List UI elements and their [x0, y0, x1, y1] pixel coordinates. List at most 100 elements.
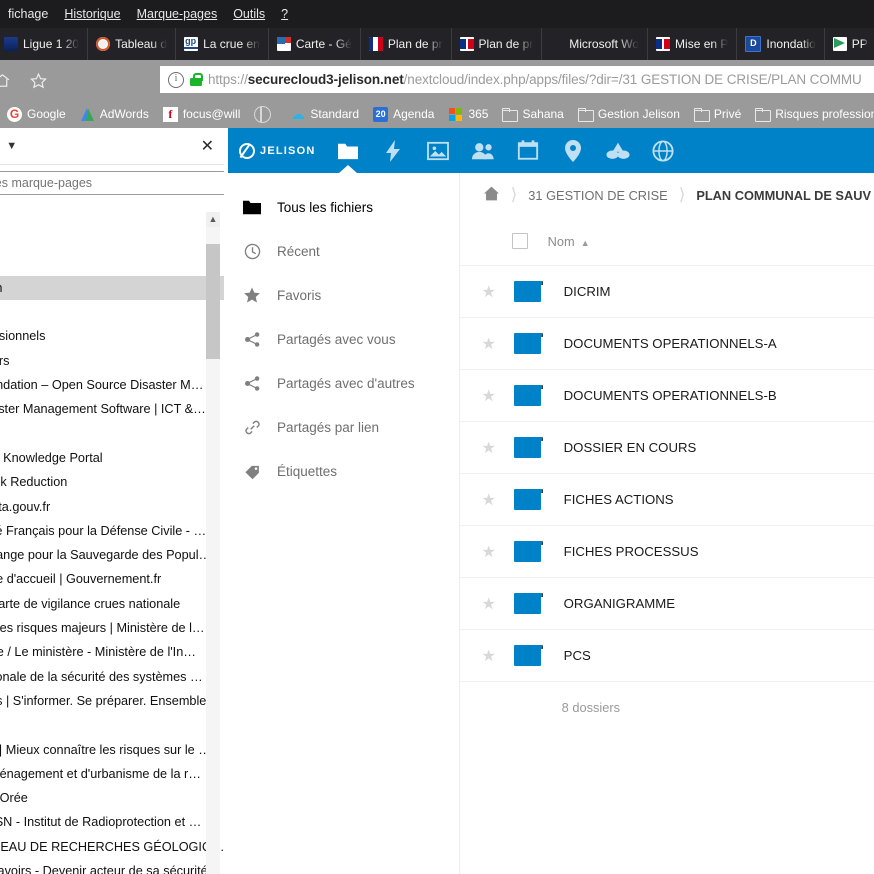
bookmark-list-item[interactable]: Risk Reduction: [0, 470, 228, 494]
bookmark-item-risques-professionnels[interactable]: Risques professionnels: [748, 107, 874, 122]
table-row[interactable]: ★ ORGANIGRAMME: [459, 577, 874, 629]
bookmark-item-agenda[interactable]: Agenda: [366, 106, 441, 122]
select-all-checkbox[interactable]: [511, 233, 528, 249]
table-row[interactable]: ★ DOCUMENTS OPERATIONNELS-B: [459, 369, 874, 421]
bookmark-list-item[interactable]: Data.gouv.fr: [0, 495, 228, 519]
bookmark-item-365[interactable]: 365: [441, 107, 495, 122]
file-name[interactable]: FICHES ACTIONS: [564, 492, 674, 507]
deck-app-icon[interactable]: [595, 128, 640, 173]
browser-tab[interactable]: La crue en: [176, 28, 269, 60]
page-info-icon[interactable]: i: [168, 71, 184, 88]
bookmark-list-item[interactable]: ues | S'informer. Se préparer. Ensemble: [0, 689, 228, 713]
table-row[interactable]: ★ DOSSIER EN COURS: [459, 421, 874, 473]
file-name[interactable]: FICHES PROCESSUS: [564, 544, 699, 559]
calendar-app-icon[interactable]: [505, 128, 550, 173]
bookmarks-panel-scrollbar[interactable]: ▲: [206, 212, 220, 874]
file-name[interactable]: DICRIM: [564, 284, 611, 299]
bookmark-item-focusatwill[interactable]: focus@will: [156, 106, 248, 122]
browser-tab[interactable]: PP: [825, 28, 874, 60]
bookmark-star-icon[interactable]: [26, 68, 50, 92]
breadcrumb-item-current[interactable]: PLAN COMMUNAL DE SAUV: [693, 188, 874, 203]
bookmark-list-item[interactable]: [0, 227, 228, 251]
file-name[interactable]: DOCUMENTS OPERATIONNELS-A: [564, 336, 777, 351]
sidebar-item-etiquettes[interactable]: Étiquettes: [228, 449, 459, 493]
bookmark-list-item[interactable]: ivile / Le ministère - Ministère de l'In…: [0, 640, 228, 664]
bookmark-list-item[interactable]: nité Français pour la Défense Civile - …: [0, 519, 228, 543]
bookmark-item-adwords[interactable]: AdWords: [73, 107, 156, 122]
favorite-star-icon[interactable]: ★: [474, 490, 504, 510]
activity-app-icon[interactable]: [370, 128, 415, 173]
browser-tab[interactable]: Plan de pr: [452, 28, 543, 60]
maps-app-icon[interactable]: [550, 128, 595, 173]
browser-tab[interactable]: Ligue 1 20: [0, 28, 89, 60]
sidebar-item-partages-par-lien[interactable]: Partagés par lien: [228, 405, 459, 449]
column-header-name[interactable]: Nom ▲: [548, 234, 590, 249]
table-row[interactable]: ★ DOCUMENTS OPERATIONNELS-A: [459, 317, 874, 369]
bookmark-list-item[interactable]: fessionnels: [0, 324, 228, 348]
file-name[interactable]: DOCUMENTS OPERATIONNELS-B: [564, 388, 777, 403]
favorite-star-icon[interactable]: ★: [474, 542, 504, 562]
bookmark-list-item[interactable]: n des risques majeurs | Ministère de l…: [0, 616, 228, 640]
file-name[interactable]: ORGANIGRAMME: [564, 596, 675, 611]
table-row[interactable]: ★ FICHES PROCESSUS: [459, 525, 874, 577]
favorite-star-icon[interactable]: ★: [474, 646, 504, 666]
browser-tab[interactable]: Inondatio: [737, 28, 825, 60]
bookmark-list-item[interactable]: isaster Management Software | ICT &…: [0, 397, 228, 421]
browser-tab[interactable]: Carte - Gé: [269, 28, 361, 60]
file-name[interactable]: PCS: [564, 648, 591, 663]
table-row[interactable]: ★ FICHES ACTIONS: [459, 473, 874, 525]
bookmark-list-item[interactable]: [0, 300, 228, 324]
menu-item-affichage[interactable]: fichage: [0, 0, 56, 28]
home-icon[interactable]: [0, 68, 14, 92]
sidebar-item-recent[interactable]: Récent: [228, 229, 459, 273]
bookmark-list-item[interactable]: ationale de la sécurité des systèmes …: [0, 665, 228, 689]
browser-tab[interactable]: Mise en P: [648, 28, 738, 60]
bookmark-list-item[interactable]: IRSN - Institut de Radioprotection et …: [0, 810, 228, 834]
browser-tab[interactable]: Plan de pr: [361, 28, 452, 60]
bookmarks-panel-title-group[interactable]: ges ▼: [0, 138, 17, 155]
bookmark-item-gestion-jelison[interactable]: Gestion Jelison: [571, 107, 687, 122]
close-icon[interactable]: ✕: [197, 136, 218, 156]
bookmark-list-item[interactable]: es | Mieux connaître les risques sur le …: [0, 738, 228, 762]
favorite-star-icon[interactable]: ★: [474, 282, 504, 302]
scrollbar-thumb[interactable]: [206, 244, 220, 359]
menu-item-historique[interactable]: Historique: [56, 0, 128, 28]
bookmark-list-item[interactable]: age d'accueil | Gouvernement.fr: [0, 567, 228, 591]
menu-item-outils[interactable]: Outils: [225, 0, 273, 28]
bookmark-list-item[interactable]: UREAU DE RECHERCHES GÉOLOGIQ…: [0, 835, 228, 859]
files-app-icon[interactable]: [325, 128, 370, 173]
contacts-app-icon[interactable]: [460, 128, 505, 173]
bookmark-list-item[interactable]: Orange pour la Sauvegarde des Popul…: [0, 543, 228, 567]
home-icon[interactable]: [480, 186, 503, 204]
favorite-star-icon[interactable]: ★: [474, 386, 504, 406]
bookmark-item-google[interactable]: Google: [0, 106, 73, 122]
scroll-up-icon[interactable]: ▲: [206, 212, 220, 227]
bookmark-list-item[interactable]: jeurs: [0, 349, 228, 373]
bookmark-list-item[interactable]: [0, 203, 228, 227]
bookmark-list-item[interactable]: ER Knowledge Portal: [0, 446, 228, 470]
favorite-star-icon[interactable]: ★: [474, 438, 504, 458]
bookmark-list-item[interactable]: oundation – Open Source Disaster M…: [0, 373, 228, 397]
table-row[interactable]: ★ PCS: [459, 629, 874, 681]
bookmark-list-item[interactable]: aménagement et d'urbanisme de la r…: [0, 762, 228, 786]
lock-icon[interactable]: [190, 73, 203, 86]
bookmark-item-standard[interactable]: ☁ Standard: [283, 106, 366, 122]
sidebar-item-favoris[interactable]: Favoris: [228, 273, 459, 317]
chevron-down-icon[interactable]: ▼: [6, 140, 17, 152]
bookmark-list-item[interactable]: [0, 713, 228, 737]
sidebar-item-partages-avec-dautres[interactable]: Partagés avec d'autres: [228, 361, 459, 405]
table-row[interactable]: ★ DICRIM: [459, 265, 874, 317]
bookmark-list-item[interactable]: [0, 252, 228, 276]
photos-app-icon[interactable]: [415, 128, 460, 173]
bookmark-list-item[interactable]: : Carte de vigilance crues nationale: [0, 592, 228, 616]
favorite-star-icon[interactable]: ★: [474, 334, 504, 354]
file-name[interactable]: DOSSIER EN COURS: [564, 440, 697, 455]
menu-item-help[interactable]: ?: [273, 0, 296, 28]
external-sites-app-icon[interactable]: [640, 128, 685, 173]
bookmark-list-item-selected[interactable]: son: [0, 275, 228, 301]
bookmark-list-item[interactable]: t Savoirs - Devenir acteur de sa sécurit…: [0, 859, 228, 874]
bookmarks-search-input[interactable]: [0, 171, 228, 195]
url-bar[interactable]: i https://securecloud3-jelison.net/nextc…: [160, 66, 874, 93]
browser-tab[interactable]: Tableau d: [88, 28, 177, 60]
bookmark-item-sahana[interactable]: Sahana: [495, 107, 570, 122]
